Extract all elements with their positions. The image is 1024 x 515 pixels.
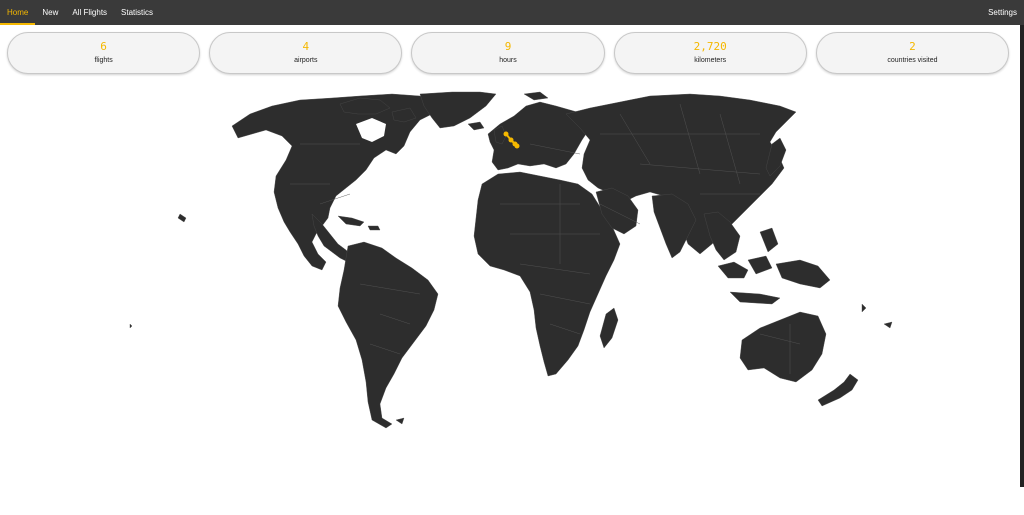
island-new-zealand — [817, 373, 859, 407]
scrollbar-edge — [1020, 25, 1024, 487]
island-svalbard — [523, 91, 549, 101]
island-madagascar — [599, 307, 619, 349]
stats-row: 6 flights 4 airports 9 hours 2,720 kilom… — [7, 32, 1010, 74]
caribbean-islands — [337, 215, 381, 231]
stat-value: 2 — [909, 40, 916, 53]
stat-label: flights — [94, 57, 113, 64]
stat-card-countries: 2 countries visited — [815, 32, 1010, 74]
stat-card-flights: 6 flights — [7, 32, 201, 74]
top-navbar: Home New All Flights Statistics Settings — [0, 0, 1024, 25]
stat-label: airports — [294, 57, 318, 64]
stat-label: hours — [499, 57, 517, 64]
continent-south-america — [337, 241, 439, 429]
stat-value: 9 — [504, 40, 512, 53]
islands-falklands — [395, 417, 405, 425]
world-map-svg[interactable] — [0, 84, 1024, 515]
continent-australia — [739, 311, 827, 383]
nav-settings[interactable]: Settings — [981, 0, 1024, 25]
airport-marker[interactable] — [503, 131, 509, 137]
island-iceland — [467, 121, 485, 131]
airport-marker[interactable] — [508, 137, 514, 143]
stat-card-kilometers: 2,720 kilometers — [613, 32, 807, 74]
flight-tracker-page: Home New All Flights Statistics Settings… — [0, 0, 1024, 515]
world-map[interactable] — [0, 84, 1024, 515]
stat-value: 4 — [302, 40, 310, 53]
stat-label: countries visited — [887, 57, 938, 64]
stat-value: 2,720 — [693, 40, 727, 53]
nav-new[interactable]: New — [35, 0, 65, 25]
stat-card-airports: 4 airports — [209, 32, 403, 74]
island-greenland — [419, 91, 497, 129]
nav-all-flights[interactable]: All Flights — [65, 0, 114, 25]
continent-africa — [473, 171, 621, 377]
nav-spacer — [160, 0, 981, 25]
nav-home[interactable]: Home — [0, 0, 36, 25]
nav-statistics[interactable]: Statistics — [114, 0, 160, 25]
stat-card-hours: 9 hours — [411, 32, 605, 74]
airport-marker[interactable] — [514, 143, 520, 149]
stat-label: kilometers — [694, 57, 727, 64]
stat-value: 6 — [100, 40, 107, 53]
